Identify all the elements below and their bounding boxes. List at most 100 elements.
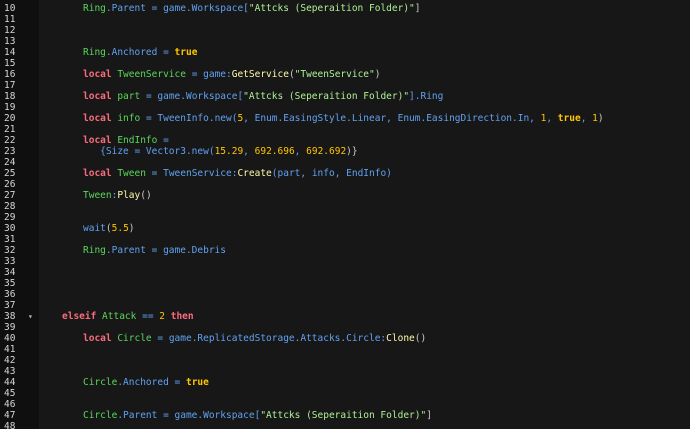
line-number: 41 xyxy=(4,344,16,355)
code-text: local EndInfo = xyxy=(83,135,169,146)
code-token: () xyxy=(414,333,427,344)
code-token: Ring xyxy=(83,47,106,58)
code-line[interactable]: 31 xyxy=(0,234,690,245)
code-token: 692.692 xyxy=(306,146,347,157)
line-number: 21 xyxy=(4,124,16,135)
code-token: GetService xyxy=(231,69,289,80)
code-line[interactable]: 30 wait(5.5) xyxy=(0,223,690,234)
code-line[interactable]: 24 xyxy=(0,157,690,168)
code-line[interactable]: 23 {Size = Vector3.new(15.29, 692.696, 6… xyxy=(0,146,690,157)
code-text: Ring.Parent = game.Debris xyxy=(83,245,226,256)
line-number: 29 xyxy=(4,212,16,223)
code-token: ] xyxy=(414,3,421,14)
code-line[interactable]: 14 Ring.Anchored = true xyxy=(0,47,690,58)
code-line[interactable]: 21 xyxy=(0,124,690,135)
line-number: 33 xyxy=(4,256,16,267)
code-line[interactable]: 37 xyxy=(0,300,690,311)
code-token: local xyxy=(83,333,118,344)
code-line[interactable]: 20 local info = TweenInfo.new(5, Enum.Eas… xyxy=(0,113,690,124)
code-line[interactable]: 48 xyxy=(0,421,690,429)
code-token: true xyxy=(557,113,581,124)
code-token: then xyxy=(165,311,194,322)
code-token: (part, info, EndInfo) xyxy=(271,168,392,179)
code-line[interactable]: 34 xyxy=(0,267,690,278)
code-token: .Parent = game.Workspace[ xyxy=(117,410,261,421)
code-line[interactable]: 27 Tween:Play() xyxy=(0,190,690,201)
code-line[interactable]: 10 Ring.Parent = game.Workspace["Attcks (… xyxy=(0,3,690,14)
code-line[interactable]: 26 xyxy=(0,179,690,190)
code-line[interactable]: 42 xyxy=(0,355,690,366)
code-line[interactable]: 39 xyxy=(0,322,690,333)
code-token: ].Ring xyxy=(409,91,444,102)
code-token: 692.696 xyxy=(254,146,295,157)
line-number: 19 xyxy=(4,102,16,113)
code-line[interactable]: 47 Circle.Parent = game.Workspace["Attcks… xyxy=(0,410,690,421)
code-token: Tween xyxy=(117,168,146,179)
code-line[interactable]: 15 xyxy=(0,58,690,69)
code-text: Ring.Parent = game.Workspace["Attcks (Se… xyxy=(83,3,421,14)
code-line[interactable]: 40 local Circle = game.ReplicatedStorage.… xyxy=(0,333,690,344)
fold-arrow-icon[interactable]: ▾ xyxy=(28,311,38,322)
code-text: {Size = Vector3.new(15.29, 692.696, 692.… xyxy=(83,146,357,157)
code-token: ] xyxy=(426,410,432,421)
code-line[interactable]: 38 ▾ elseif Attack == 2 then xyxy=(0,311,690,322)
code-line[interactable]: 11 xyxy=(0,14,690,25)
code-line[interactable]: 35 xyxy=(0,278,690,289)
line-number: 14 xyxy=(4,47,16,58)
line-number: 20 xyxy=(4,113,16,124)
code-editor[interactable]: 10 Ring.Parent = game.Workspace["Attcks (… xyxy=(0,0,690,429)
code-line[interactable]: 29 xyxy=(0,212,690,223)
code-line[interactable]: 13 xyxy=(0,36,690,47)
code-token: part xyxy=(117,91,141,102)
code-line[interactable]: 44 Circle.Anchored = true xyxy=(0,377,690,388)
line-number: 48 xyxy=(4,421,16,429)
code-token: Create xyxy=(237,168,272,179)
code-line[interactable]: 16 local TweenService = game:GetService("… xyxy=(0,69,690,80)
code-line[interactable]: 25 local Tween = TweenService:Create(part… xyxy=(0,168,690,179)
code-line[interactable]: 45 xyxy=(0,388,690,399)
line-number: 36 xyxy=(4,289,16,300)
code-line[interactable]: 36 xyxy=(0,289,690,300)
code-token: = game.Workspace[ xyxy=(140,91,244,102)
line-number: 18 xyxy=(4,91,16,102)
code-line[interactable]: 18 local part = game.Workspace["Attcks (S… xyxy=(0,91,690,102)
code-token: Play xyxy=(117,190,141,201)
code-line[interactable]: 41 xyxy=(0,344,690,355)
code-token: wait xyxy=(83,223,106,234)
code-token: 15.29 xyxy=(214,146,244,157)
code-text: local part = game.Workspace["Attcks (Sep… xyxy=(83,91,443,102)
code-line[interactable]: 32 Ring.Parent = game.Debris xyxy=(0,245,690,256)
code-token: .Parent = game.Debris xyxy=(105,245,226,256)
code-line[interactable]: 17 xyxy=(0,80,690,91)
code-token: local xyxy=(83,168,118,179)
code-token: Circle xyxy=(117,333,152,344)
code-token: , xyxy=(243,146,255,157)
code-token: .Parent = game.Workspace[ xyxy=(105,3,249,14)
code-token: elseif xyxy=(62,311,103,322)
line-number: 40 xyxy=(4,333,16,344)
code-line[interactable]: 19 xyxy=(0,102,690,113)
line-number: 25 xyxy=(4,168,16,179)
code-line[interactable]: 28 xyxy=(0,201,690,212)
line-number: 43 xyxy=(4,366,16,377)
code-line[interactable]: 22 local EndInfo = xyxy=(0,135,690,146)
code-token: Ring xyxy=(83,3,106,14)
line-number: 11 xyxy=(4,14,16,25)
line-number: 34 xyxy=(4,267,16,278)
line-number: 30 xyxy=(4,223,16,234)
code-text: elseif Attack == 2 then xyxy=(62,311,194,322)
line-number: 12 xyxy=(4,25,16,36)
code-text: Ring.Anchored = true xyxy=(83,47,197,58)
code-line[interactable]: 43 xyxy=(0,366,690,377)
code-token: , xyxy=(294,146,307,157)
line-number: 13 xyxy=(4,36,16,47)
code-line[interactable]: 12 xyxy=(0,25,690,36)
code-text: local info = TweenInfo.new(5, Enum.Easin… xyxy=(83,113,604,124)
code-token: () xyxy=(140,190,152,201)
line-number: 24 xyxy=(4,157,16,168)
code-token: 5.5 xyxy=(111,223,129,234)
code-token: , xyxy=(546,113,558,124)
line-number: 26 xyxy=(4,179,16,190)
code-line[interactable]: 46 xyxy=(0,399,690,410)
code-line[interactable]: 33 xyxy=(0,256,690,267)
